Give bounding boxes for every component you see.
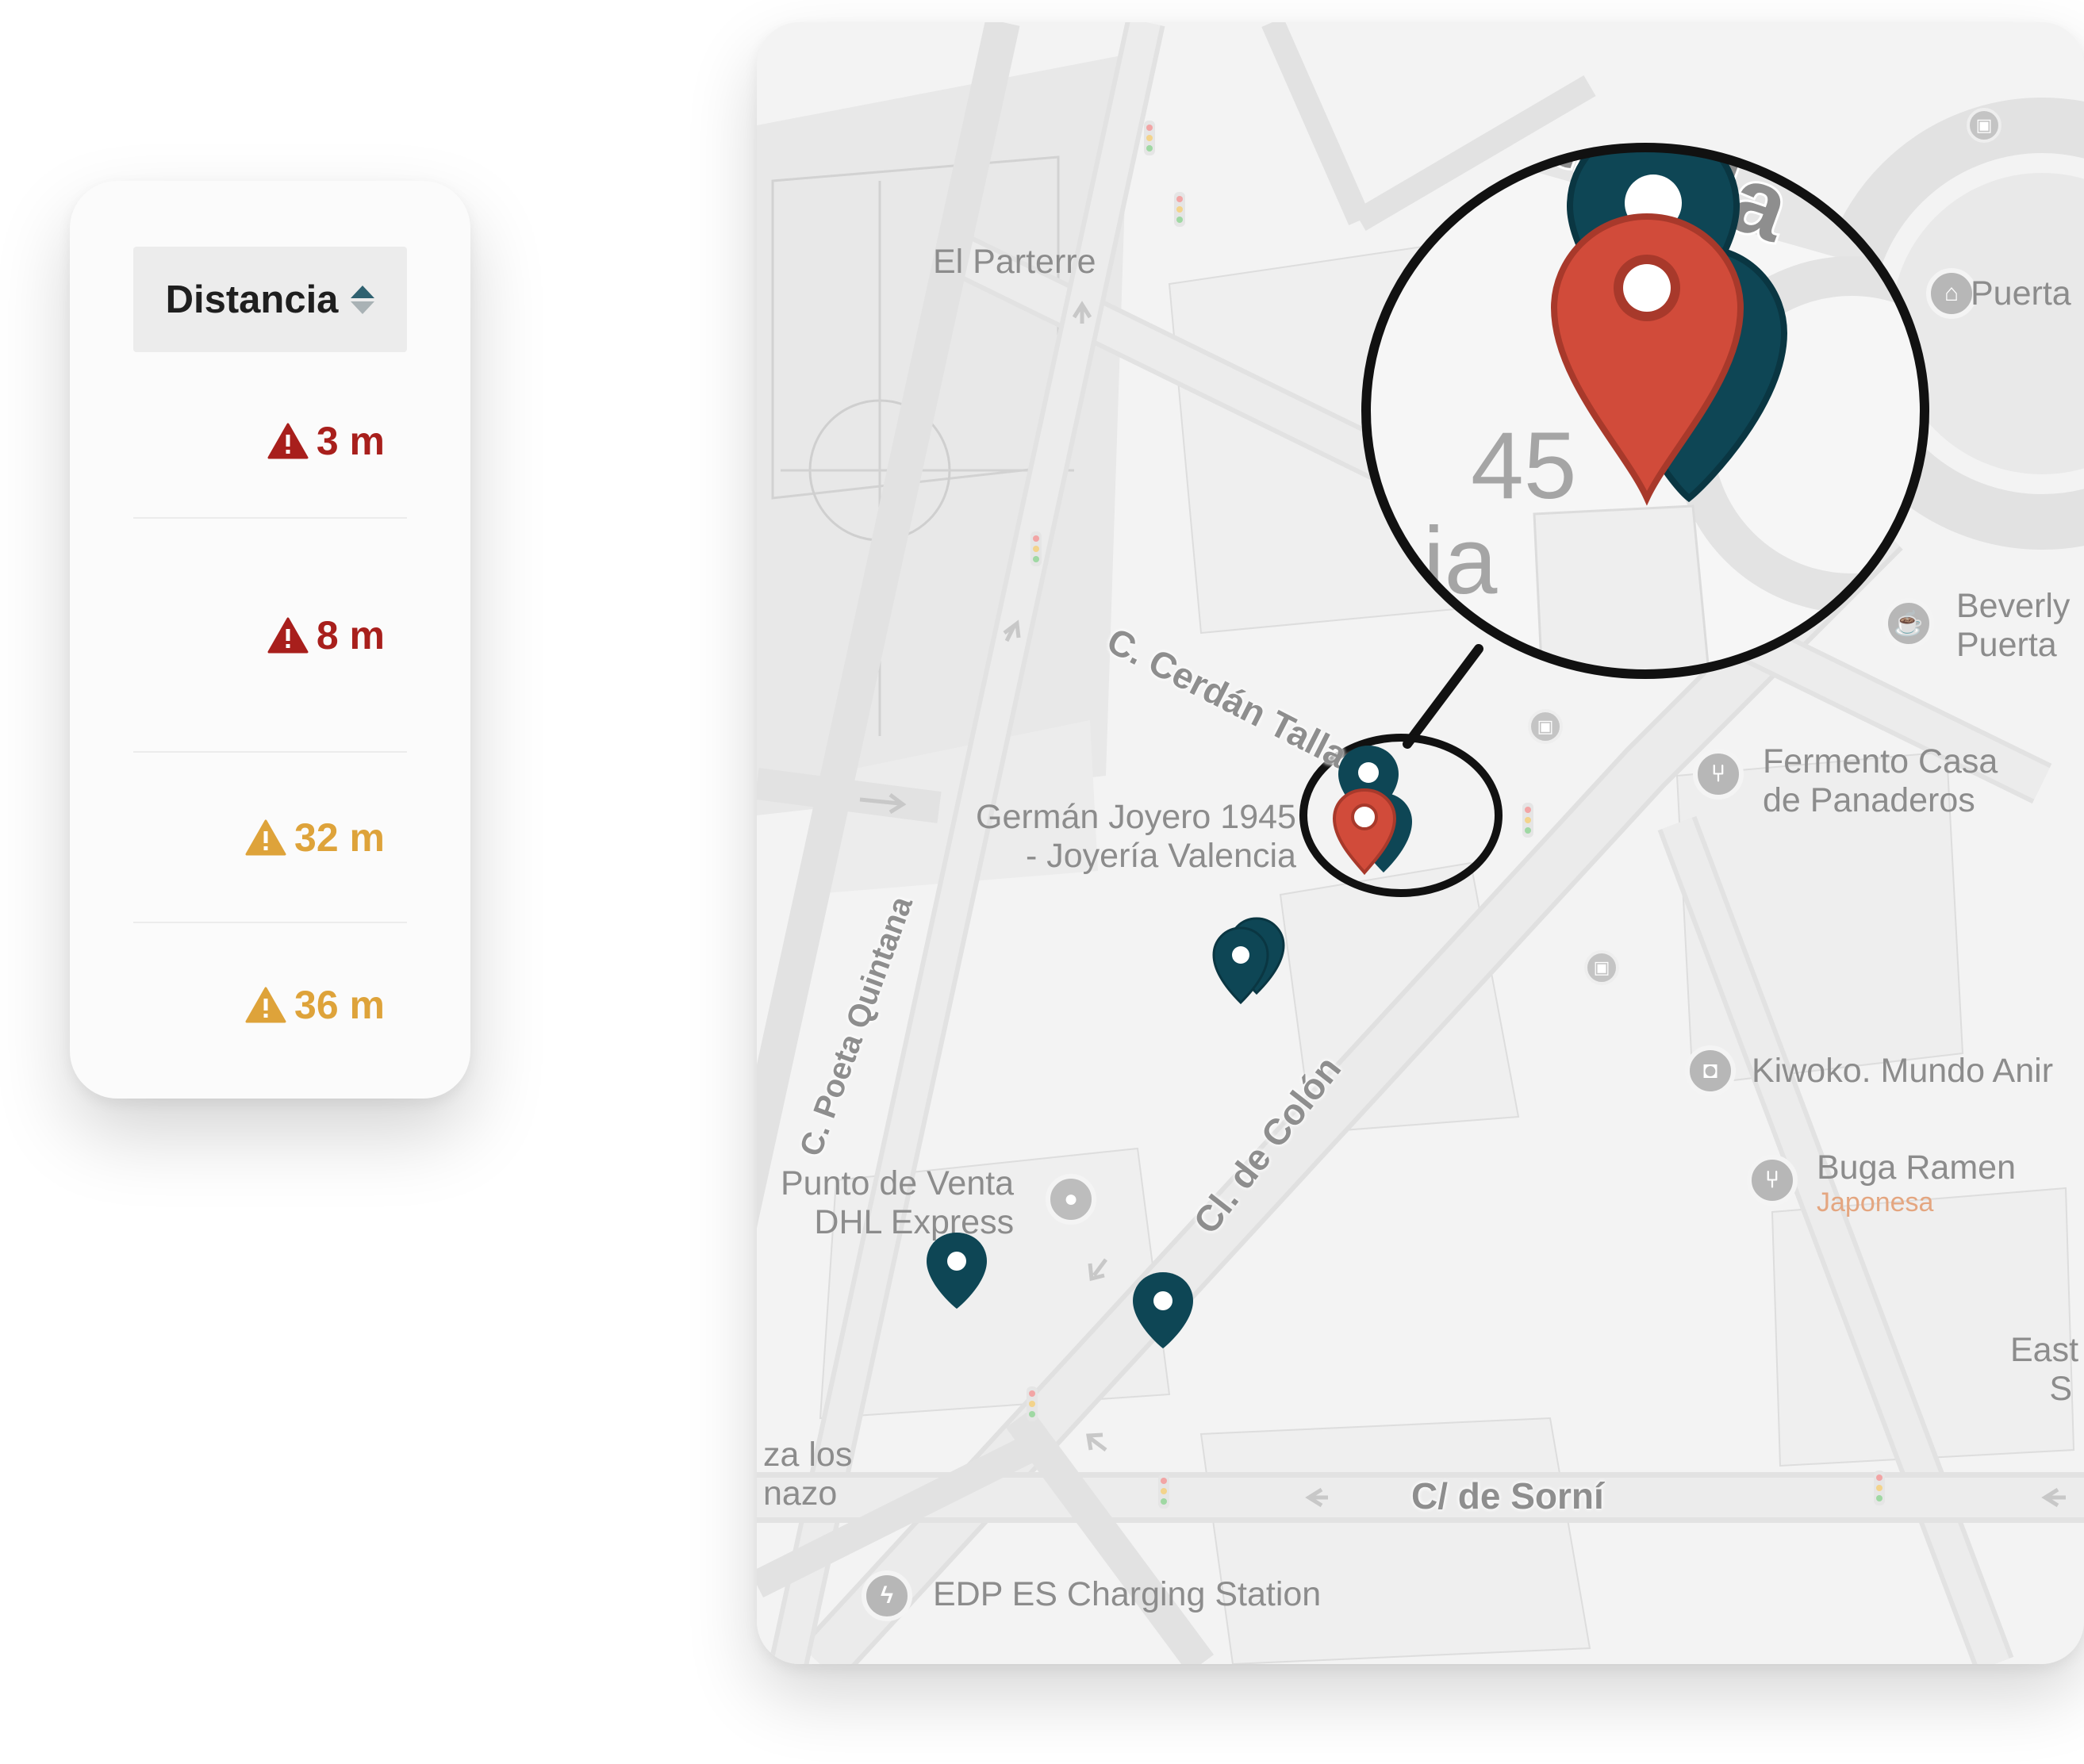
distance-value: 8 m — [316, 612, 385, 658]
map-marker-selected-red[interactable] — [1325, 784, 1404, 879]
restaurant-icon[interactable]: ⑂ — [1747, 1155, 1798, 1206]
location-icon[interactable]: ● — [1046, 1174, 1096, 1225]
poi-name: Beverly — [1956, 587, 2071, 625]
poi-name: Germán Joyero 1945 — [976, 798, 1296, 836]
traffic-light-icon — [1030, 531, 1042, 566]
map-marker-teal[interactable] — [1128, 1269, 1198, 1352]
charging-icon[interactable]: ϟ — [862, 1570, 912, 1621]
poi-edp-charging[interactable]: EDP ES Charging Station — [933, 1575, 1321, 1614]
bus-stop-icon[interactable]: ▣ — [1967, 108, 2001, 143]
street-label-sorni: C/ de Sorní — [1411, 1475, 1604, 1517]
warning-icon — [245, 987, 286, 1022]
map-marker-teal-cluster[interactable] — [1201, 911, 1288, 1006]
poi-subtitle: - Joyería Valencia — [1025, 837, 1296, 876]
map-marker-teal[interactable] — [922, 1229, 992, 1312]
warning-icon — [267, 423, 309, 459]
bus-stop-icon[interactable]: ▣ — [1584, 950, 1619, 985]
list-item[interactable]: 8 m — [133, 519, 407, 753]
poi-german-joyero[interactable]: Germán Joyero 1945 - Joyería Valencia — [976, 798, 1296, 876]
shopping-bag-icon[interactable]: ◘ — [1685, 1045, 1736, 1096]
restaurant-icon[interactable]: ⑂ — [1693, 749, 1744, 800]
distance-value: 36 m — [294, 982, 385, 1027]
poi-subtitle: Puerta — [1956, 626, 2057, 665]
poi-fermento[interactable]: Fermento Casa de Panaderos — [1763, 742, 1998, 821]
traffic-light-icon — [1158, 1474, 1169, 1509]
magnifier-fragment-45: 45 — [1471, 412, 1576, 519]
traffic-light-icon — [1174, 192, 1185, 227]
list-item[interactable]: 3 m — [133, 352, 407, 519]
poi-plaza[interactable]: za los nazo — [763, 1436, 852, 1514]
poi-beverly[interactable]: Beverly Puerta — [1956, 587, 2070, 665]
list-item[interactable]: 36 m — [133, 923, 407, 1086]
warning-icon — [245, 819, 286, 855]
poi-subtitle: nazo — [763, 1474, 838, 1513]
poi-name: East — [2010, 1331, 2079, 1369]
poi-name: Fermento Casa — [1763, 742, 1998, 780]
poi-puerta[interactable]: Puerta — [1971, 274, 2071, 313]
poi-kiwoko[interactable]: Kiwoko. Mundo Anir — [1752, 1052, 2053, 1091]
list-item[interactable]: 32 m — [133, 753, 407, 923]
distance-list: 3 m 8 m 32 m 36 m — [133, 352, 407, 1086]
poi-buga-ramen[interactable]: Buga Ramen Japonesa — [1817, 1149, 2016, 1219]
cafe-icon[interactable]: ☕ — [1883, 598, 1934, 649]
sort-by-distance-header[interactable]: Distancia — [133, 247, 407, 352]
warning-icon — [267, 617, 309, 653]
traffic-light-icon — [1027, 1386, 1038, 1421]
poi-subtitle: S — [2049, 1370, 2073, 1409]
distance-value: 32 m — [294, 815, 385, 860]
sort-header-label: Distancia — [165, 278, 339, 321]
poi-name: za los — [763, 1436, 853, 1474]
distance-value: 3 m — [316, 419, 385, 463]
poi-subtitle: Japonesa — [1817, 1187, 1934, 1218]
poi-subtitle: de Panaderos — [1763, 781, 1975, 820]
bus-stop-icon[interactable]: ▣ — [1528, 709, 1563, 744]
poi-east[interactable]: East S — [2010, 1331, 2078, 1409]
landmark-icon[interactable]: ⌂ — [1926, 268, 1977, 319]
poi-el-parterre[interactable]: El Parterre — [933, 243, 1096, 282]
poi-name: Buga Ramen — [1817, 1149, 2016, 1187]
traffic-light-icon — [1874, 1471, 1885, 1505]
poi-name: Punto de Venta — [781, 1164, 1015, 1202]
sort-arrows-icon — [351, 285, 375, 314]
traffic-light-icon — [1144, 121, 1155, 155]
distance-list-card: Distancia 3 m 8 m 32 m 36 m — [70, 181, 470, 1099]
map-view[interactable]: 45 ia allada ▣ ▣ ▣ C. Cerdán Tallada C. … — [757, 22, 2084, 1664]
traffic-light-icon — [1522, 803, 1533, 838]
